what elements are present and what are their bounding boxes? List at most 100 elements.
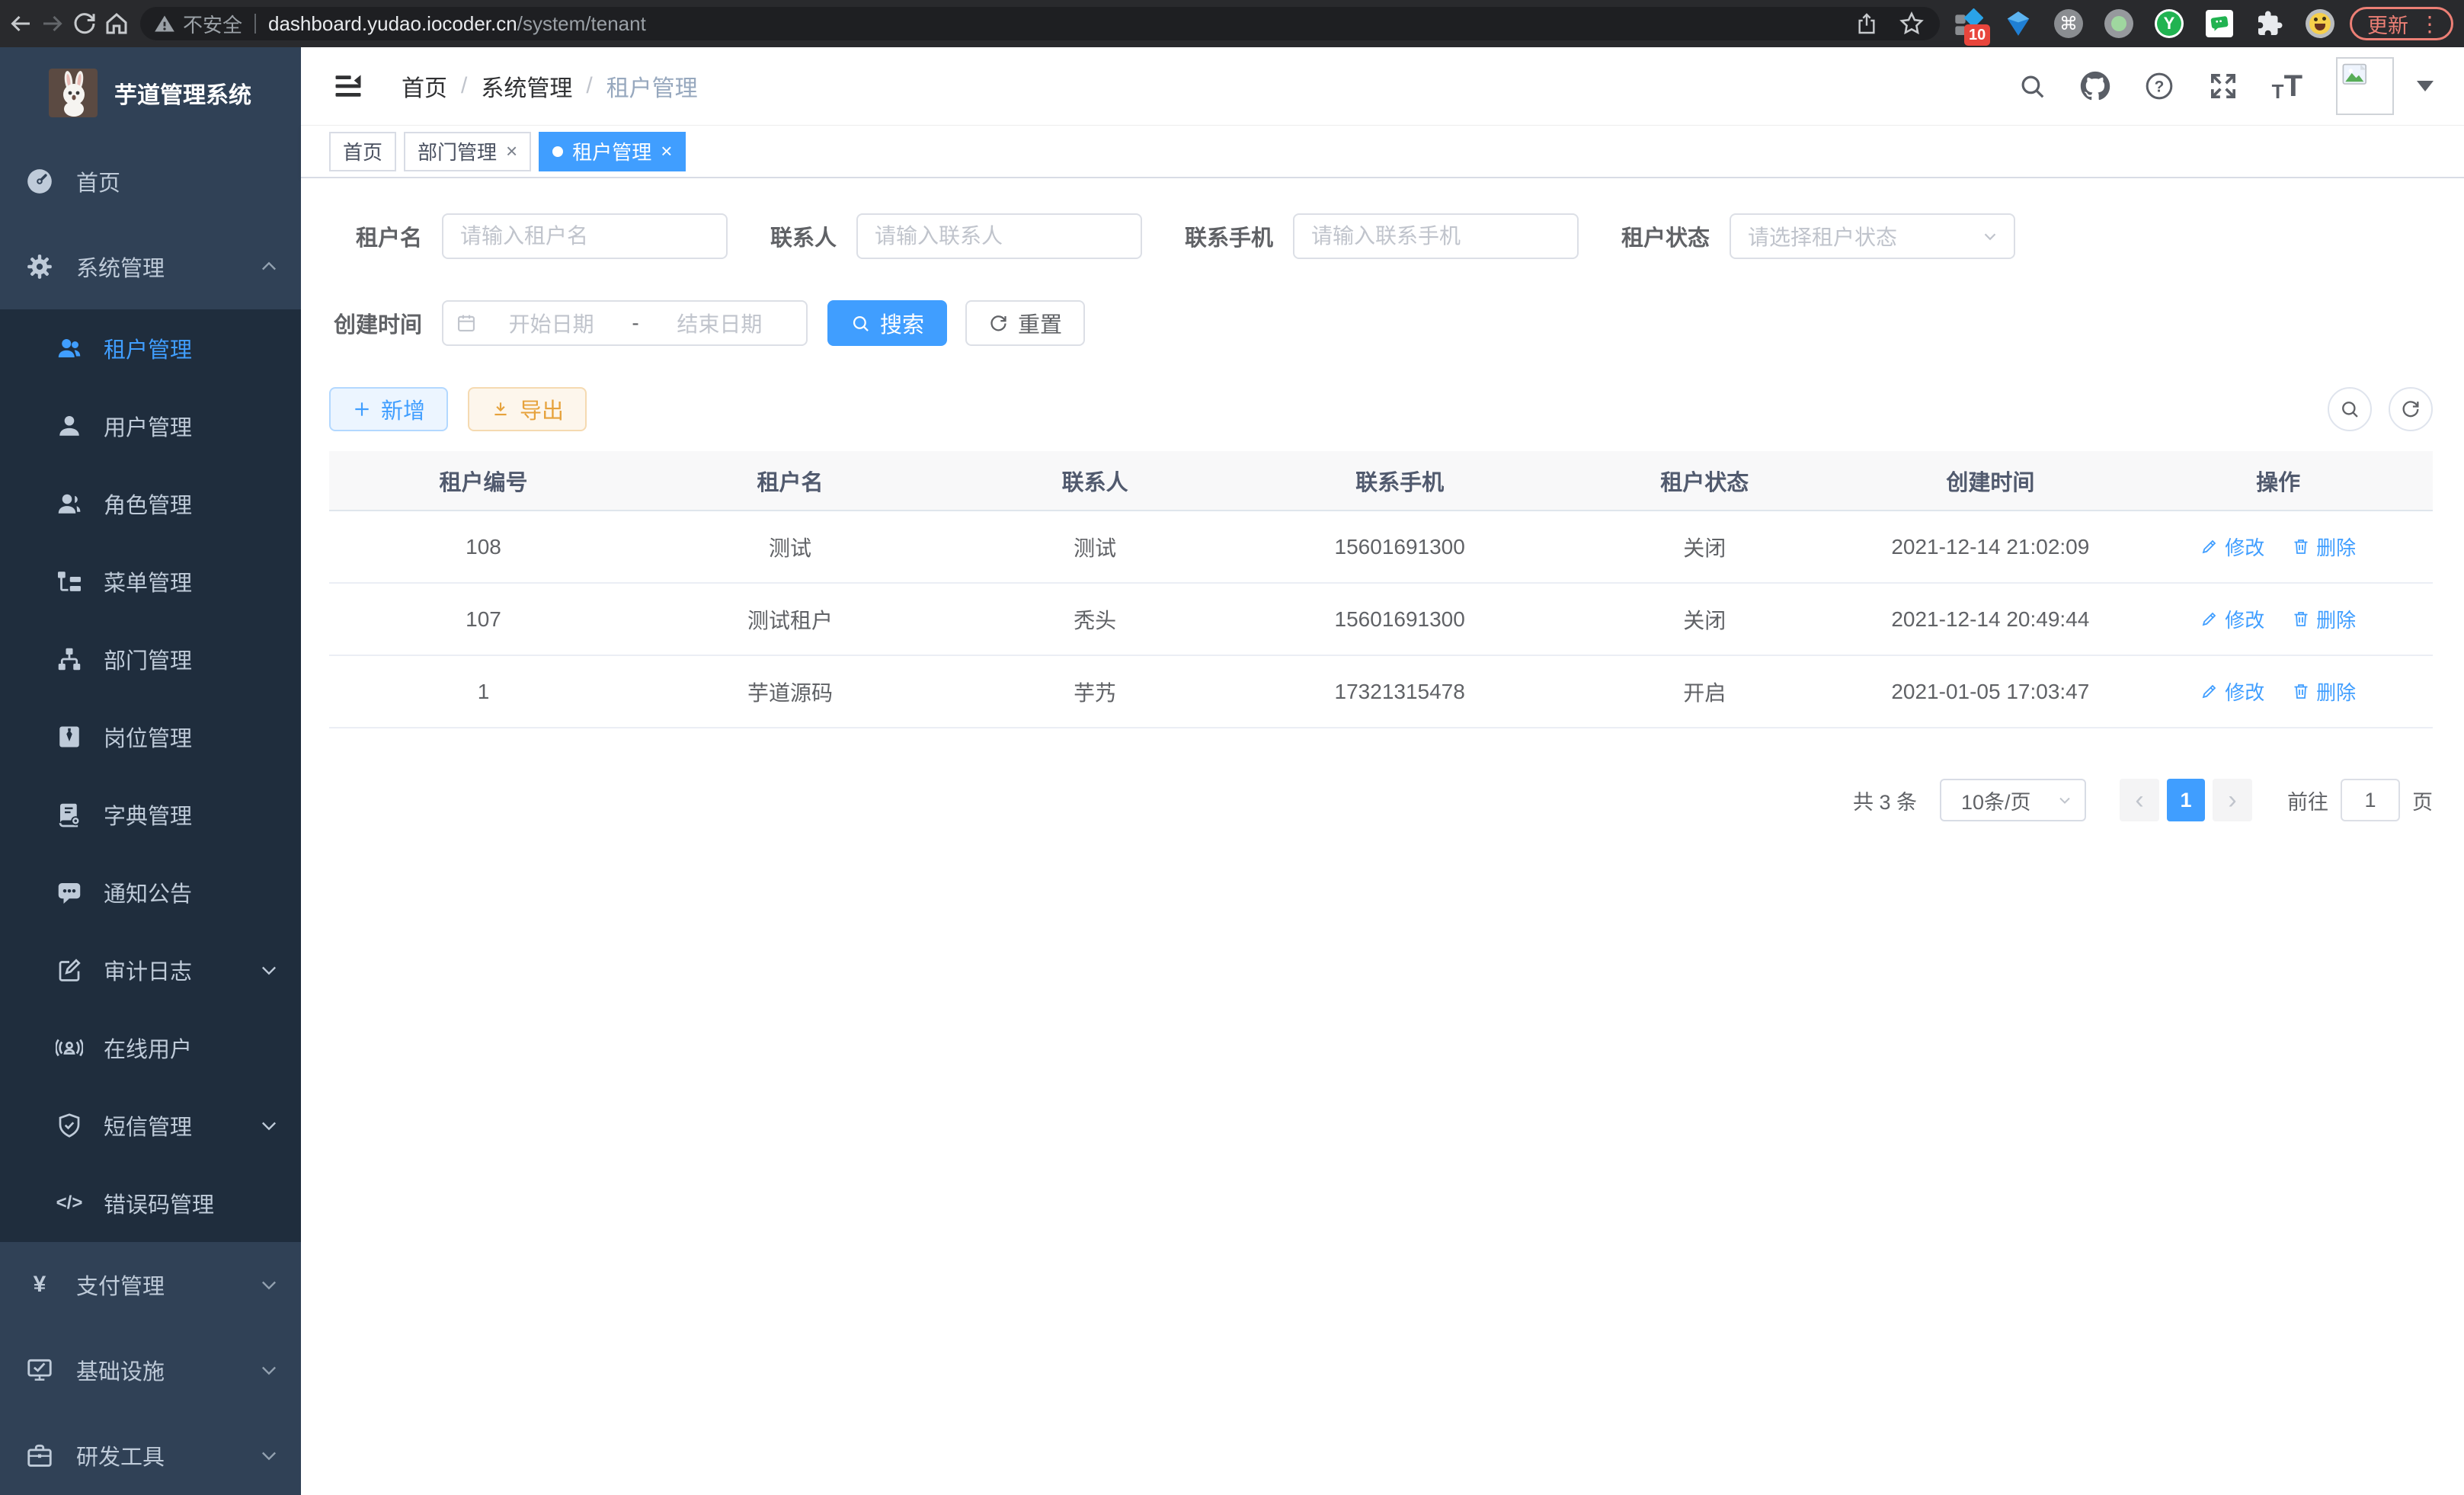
browser-back-button[interactable] xyxy=(5,7,37,40)
sidebar-item-tenant[interactable]: 租户管理 xyxy=(0,309,301,387)
sidebar-item-label: 错误码管理 xyxy=(104,1187,280,1219)
extension-command-icon[interactable]: ⌘ xyxy=(2053,8,2085,40)
browser-forward-button[interactable] xyxy=(37,7,69,40)
breadcrumb-home[interactable]: 首页 xyxy=(402,69,447,103)
extension-chat-icon[interactable] xyxy=(2203,8,2235,40)
phone-input[interactable] xyxy=(1293,213,1579,259)
share-button[interactable] xyxy=(1854,11,1879,36)
delete-link[interactable]: 删除 xyxy=(2292,533,2356,561)
extension-tabs-icon[interactable]: 10 xyxy=(1952,8,1984,40)
help-button[interactable]: ? xyxy=(2144,71,2174,101)
app-logo[interactable]: 芋道管理系统 xyxy=(0,47,301,139)
sidebar-item-audit[interactable]: 审计日志 xyxy=(0,931,301,1009)
cell-actions: 修改 删除 xyxy=(2123,583,2433,655)
sidebar-item-system[interactable]: 系统管理 xyxy=(0,224,301,309)
edit-link[interactable]: 修改 xyxy=(2200,533,2264,561)
col-contact: 联系人 xyxy=(942,451,1247,511)
next-page-button[interactable]: › xyxy=(2213,779,2252,821)
tab-tenant[interactable]: 租户管理 × xyxy=(539,132,686,171)
kite-extension-icon xyxy=(2004,9,2033,38)
sidebar-item-label: 基础设施 xyxy=(76,1354,258,1386)
sidebar-item-notice[interactable]: 通知公告 xyxy=(0,853,301,931)
sidebar-item-post[interactable]: 岗位管理 xyxy=(0,698,301,776)
tab-close-icon[interactable]: × xyxy=(661,139,672,163)
delete-link[interactable]: 删除 xyxy=(2292,677,2356,706)
browser-home-button[interactable] xyxy=(101,7,133,40)
browser-profile-avatar[interactable] xyxy=(2304,8,2336,40)
tenant-name-input[interactable] xyxy=(442,213,728,259)
extension-kite-icon[interactable] xyxy=(2002,8,2034,40)
chevron-down-icon xyxy=(2056,791,2074,809)
sidebar-item-label: 菜单管理 xyxy=(104,565,280,597)
chevron-down-icon xyxy=(258,1445,280,1466)
status-select[interactable]: 请选择租户状态 xyxy=(1730,213,2015,259)
cell-actions: 修改 删除 xyxy=(2123,511,2433,583)
chevron-down-icon xyxy=(1980,226,2000,246)
sidebar-item-menu[interactable]: 菜单管理 xyxy=(0,543,301,620)
contact-input[interactable] xyxy=(856,213,1142,259)
edit-link[interactable]: 修改 xyxy=(2200,605,2264,633)
sidebar-item-role[interactable]: 角色管理 xyxy=(0,465,301,543)
cell-contact: 秃头 xyxy=(942,583,1247,655)
security-label[interactable]: 不安全 xyxy=(183,10,242,38)
tab-home[interactable]: 首页 xyxy=(329,132,396,171)
cell-tenant-name: 测试 xyxy=(638,511,942,583)
url-bar[interactable]: 不安全 dashboard.yudao.iocoder.cn/system/te… xyxy=(140,7,1940,40)
fullscreen-button[interactable] xyxy=(2208,71,2238,101)
sidebar-item-dict[interactable]: 字典管理 xyxy=(0,776,301,853)
bookmark-star-button[interactable] xyxy=(1899,11,1925,37)
tab-dept[interactable]: 部门管理 × xyxy=(404,132,531,171)
chevron-down-icon xyxy=(258,1274,280,1295)
sidebar-item-infra[interactable]: 基础设施 xyxy=(0,1327,301,1413)
app-title: 芋道管理系统 xyxy=(114,76,251,110)
breadcrumb-separator: / xyxy=(586,73,592,99)
cell-phone: 17321315478 xyxy=(1247,655,1552,728)
share-icon xyxy=(1854,11,1879,36)
reset-button[interactable]: 重置 xyxy=(965,300,1085,346)
browser-update-button[interactable]: 更新 ⋮ xyxy=(2350,7,2453,40)
page-1-button[interactable]: 1 xyxy=(2167,779,2205,821)
sidebar-item-label: 用户管理 xyxy=(104,410,280,442)
export-button[interactable]: 导出 xyxy=(468,387,587,431)
sidebar-item-label: 短信管理 xyxy=(104,1109,258,1141)
tab-close-icon[interactable]: × xyxy=(506,139,517,163)
page-size-select[interactable]: 10条/页 xyxy=(1940,779,2086,821)
sidebar-item-label: 在线用户 xyxy=(104,1032,280,1064)
delete-label: 删除 xyxy=(2316,533,2356,561)
refresh-table-button[interactable] xyxy=(2389,387,2433,431)
sidebar-collapse-button[interactable] xyxy=(331,69,365,103)
delete-link[interactable]: 删除 xyxy=(2292,605,2356,633)
security-warning-icon xyxy=(154,13,175,34)
delete-label: 删除 xyxy=(2316,605,2356,633)
refresh-search-button[interactable] xyxy=(2328,387,2372,431)
sidebar-item-pay[interactable]: ¥ 支付管理 xyxy=(0,1242,301,1327)
sidebar-item-dept[interactable]: 部门管理 xyxy=(0,620,301,698)
col-tenant-id: 租户编号 xyxy=(329,451,638,511)
github-link[interactable] xyxy=(2080,71,2110,101)
cell-tenant-id: 1 xyxy=(329,655,638,728)
extensions-puzzle-button[interactable] xyxy=(2254,8,2286,40)
avatar-caret-down-icon[interactable] xyxy=(2417,81,2434,91)
page-header: 首页 / 系统管理 / 租户管理 ? xyxy=(301,47,2464,126)
header-search-button[interactable] xyxy=(2018,72,2046,101)
breadcrumb-system[interactable]: 系统管理 xyxy=(481,69,572,103)
sidebar-item-tools[interactable]: 研发工具 xyxy=(0,1413,301,1495)
extension-y-icon[interactable]: Y xyxy=(2153,8,2185,40)
sidebar-item-home[interactable]: 首页 xyxy=(0,139,301,224)
add-button[interactable]: 新增 xyxy=(329,387,448,431)
sidebar-item-user[interactable]: 用户管理 xyxy=(0,387,301,465)
extension-recorder-icon[interactable] xyxy=(2103,8,2135,40)
prev-page-button[interactable]: ‹ xyxy=(2120,779,2159,821)
sidebar-item-online[interactable]: 在线用户 xyxy=(0,1009,301,1087)
edit-link[interactable]: 修改 xyxy=(2200,677,2264,706)
search-button[interactable]: 搜索 xyxy=(827,300,947,346)
goto-page-input[interactable] xyxy=(2341,779,2400,821)
kebab-menu-icon[interactable]: ⋮ xyxy=(2419,11,2440,37)
add-label: 新增 xyxy=(381,393,425,425)
sidebar-item-errcode[interactable]: </> 错误码管理 xyxy=(0,1164,301,1242)
date-range-picker[interactable]: 开始日期 - 结束日期 xyxy=(442,300,808,346)
sidebar-item-sms[interactable]: 短信管理 xyxy=(0,1087,301,1164)
font-size-button[interactable]: TT xyxy=(2272,71,2302,101)
user-avatar[interactable] xyxy=(2336,57,2394,115)
browser-reload-button[interactable] xyxy=(69,7,101,40)
